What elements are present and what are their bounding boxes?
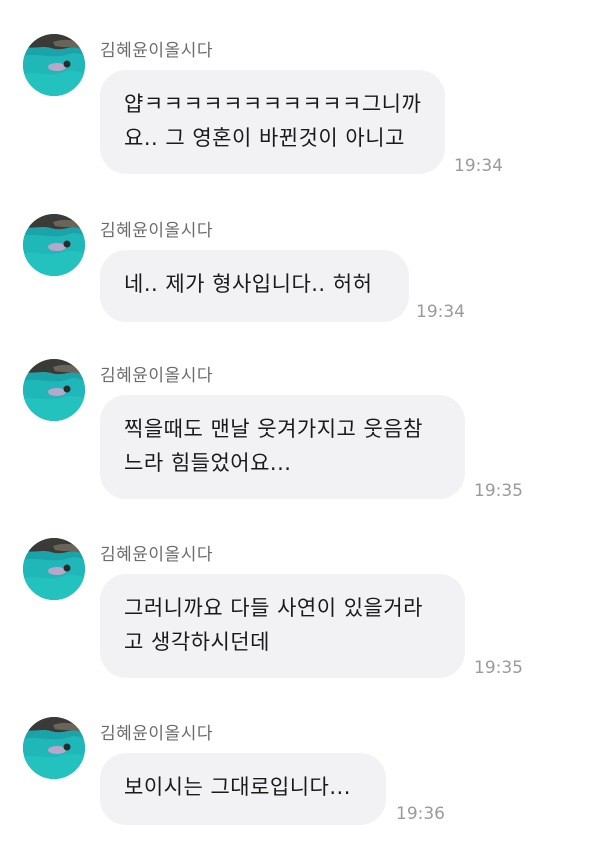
message-text: 얍ㅋㅋㅋㅋㅋㅋㅋㅋㅋㅋㅋ그니까 xyxy=(124,92,422,116)
message-bubble[interactable]: 그러니까요 다들 사연이 있을거라 고 생각하시던데 xyxy=(100,574,465,678)
sender-name: 김혜윤이올시다 xyxy=(100,545,213,565)
message-time: 19:34 xyxy=(416,302,465,322)
avatar[interactable] xyxy=(23,359,85,421)
message-bubble[interactable]: 네.. 제가 형사입니다.. 허허 xyxy=(100,250,409,322)
message-text: 네.. 제가 형사입니다.. 허허 xyxy=(124,272,373,296)
message-text: 요.. 그 영혼이 바뀐것이 아니고 xyxy=(124,126,405,150)
sender-name: 김혜윤이올시다 xyxy=(100,366,213,386)
avatar[interactable] xyxy=(23,717,85,779)
sender-name: 김혜윤이올시다 xyxy=(100,221,213,241)
profile-photo-icon xyxy=(23,34,85,96)
message-bubble[interactable]: 보이시는 그대로입니다... xyxy=(100,753,386,825)
avatar[interactable] xyxy=(23,214,85,276)
message-text: 보이시는 그대로입니다... xyxy=(124,775,351,799)
sender-name: 김혜윤이올시다 xyxy=(100,724,213,744)
message-time: 19:35 xyxy=(474,481,523,501)
message-bubble[interactable]: 얍ㅋㅋㅋㅋㅋㅋㅋㅋㅋㅋㅋ그니까 요.. 그 영혼이 바뀐것이 아니고 xyxy=(100,70,445,174)
message-text: 느라 힘들었어요... xyxy=(124,451,292,475)
message-time: 19:34 xyxy=(454,156,503,176)
avatar[interactable] xyxy=(23,538,85,600)
message-text: 고 생각하시던데 xyxy=(124,630,270,654)
message-time: 19:35 xyxy=(474,658,523,678)
message-time: 19:36 xyxy=(396,804,445,824)
avatar[interactable] xyxy=(23,34,85,96)
message-bubble[interactable]: 찍을때도 맨날 웃겨가지고 웃음참 느라 힘들었어요... xyxy=(100,395,465,499)
profile-photo-icon xyxy=(23,214,85,276)
sender-name: 김혜윤이올시다 xyxy=(100,41,213,61)
message-text: 그러니까요 다들 사연이 있을거라 xyxy=(124,596,424,620)
message-text: 찍을때도 맨날 웃겨가지고 웃음참 xyxy=(124,417,424,441)
profile-photo-icon xyxy=(23,717,85,779)
profile-photo-icon xyxy=(23,538,85,600)
profile-photo-icon xyxy=(23,359,85,421)
